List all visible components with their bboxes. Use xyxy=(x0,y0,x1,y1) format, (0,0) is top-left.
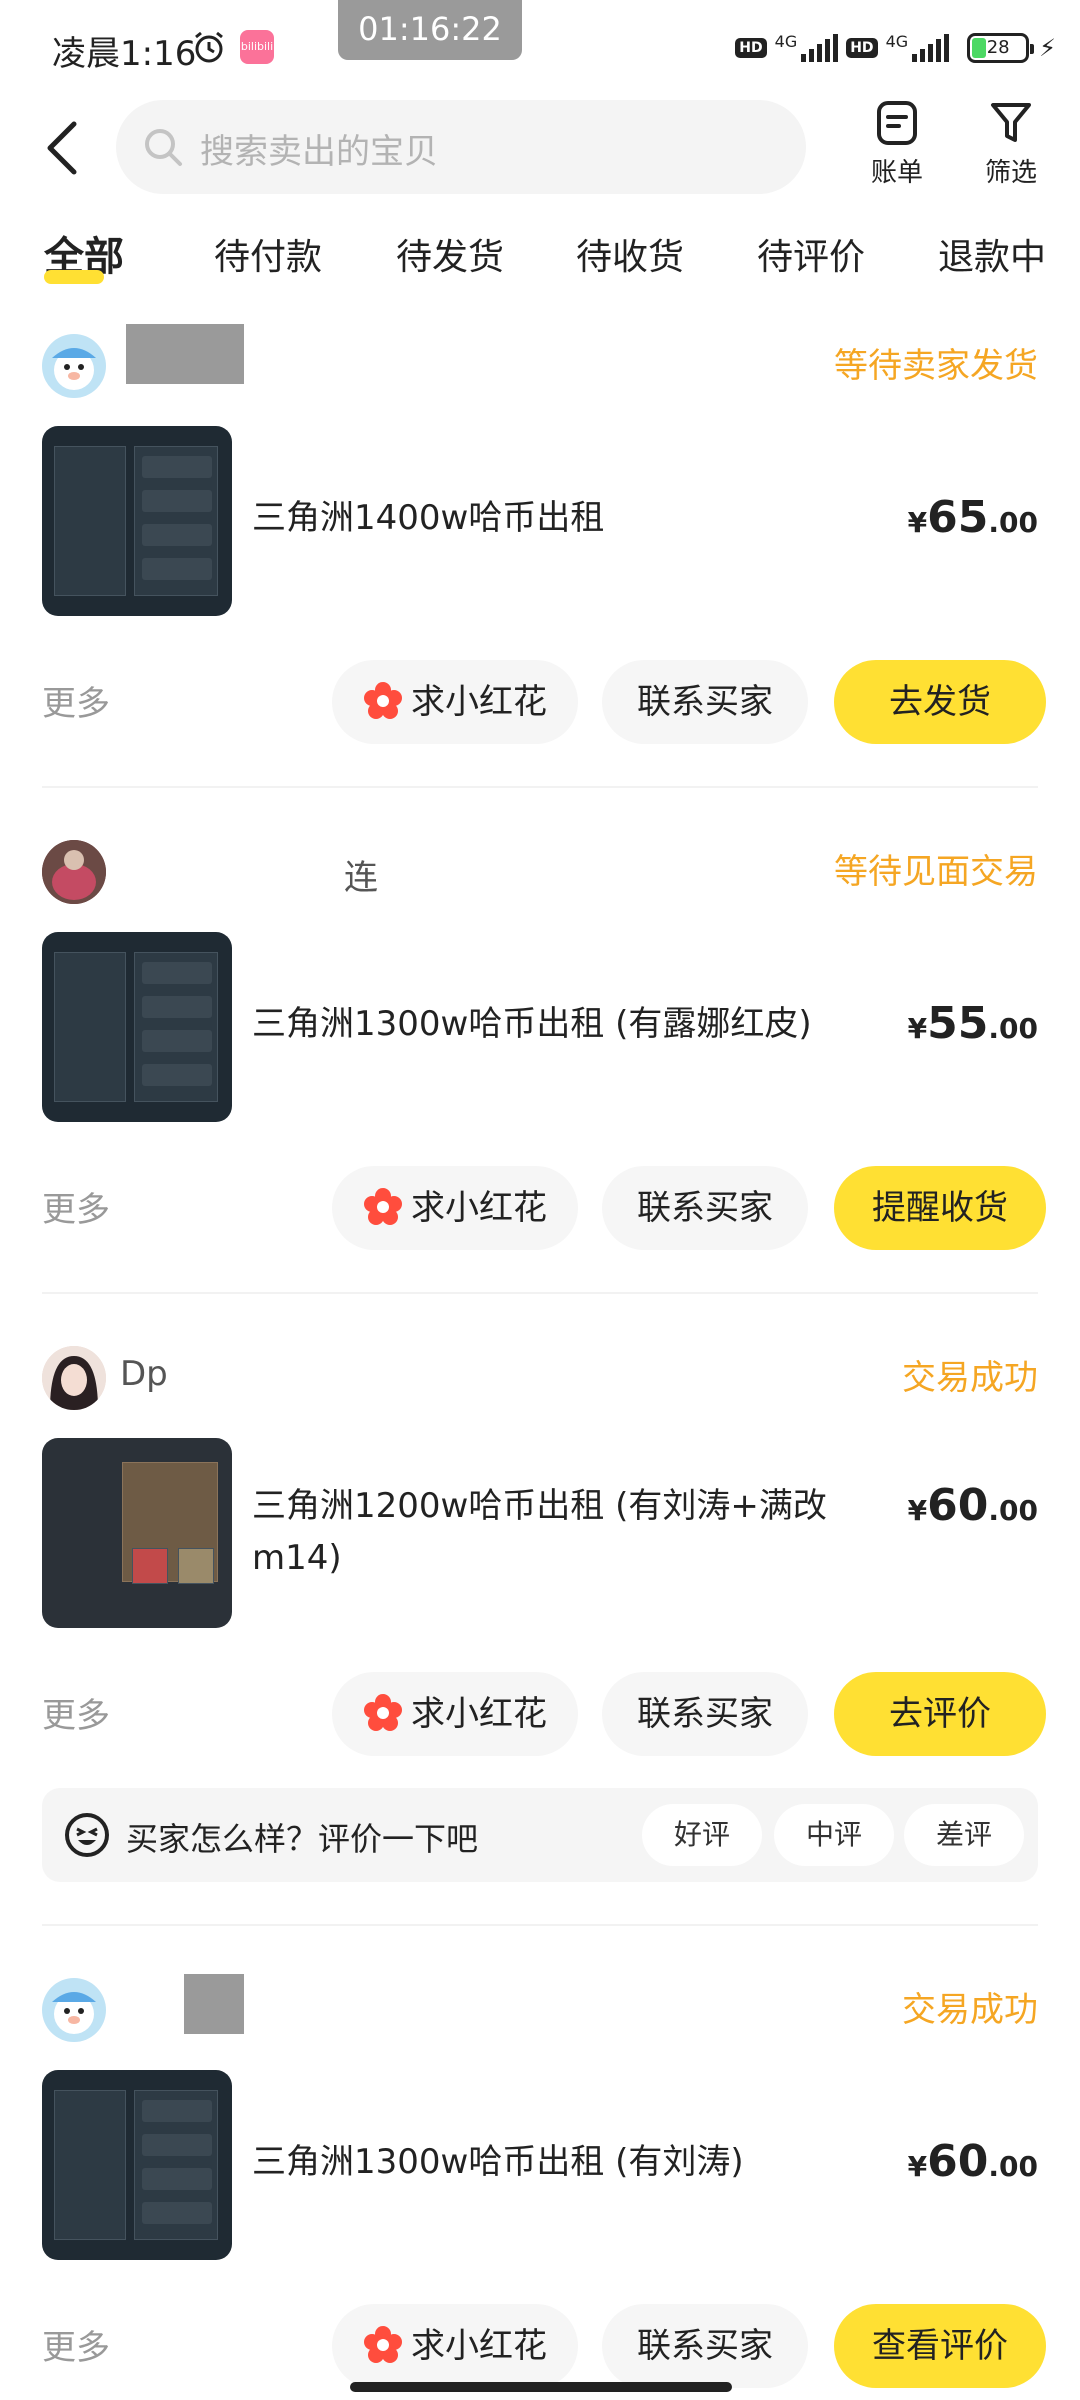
hd-badge: HD xyxy=(846,38,878,58)
review-prompt: 买家怎么样？评价一下吧 xyxy=(126,1820,479,1858)
redacted-name xyxy=(126,324,244,384)
network-type: 4G xyxy=(885,31,909,51)
search-icon xyxy=(145,129,182,166)
flower-icon xyxy=(364,1187,402,1225)
buyer-name[interactable]: 连 xyxy=(344,850,378,899)
view-review-button[interactable]: 查看评价 xyxy=(834,2304,1046,2388)
contact-buyer-button[interactable]: 联系买家 xyxy=(602,1166,808,1250)
signal-group: HD 4G HD 4G 28 ⚡ xyxy=(735,28,1056,68)
product-thumbnail[interactable] xyxy=(42,2070,232,2260)
divider xyxy=(42,1924,1038,1926)
order-status: 交易成功 xyxy=(902,1990,1038,2030)
flower-button[interactable]: 求小红花 xyxy=(332,660,578,744)
filter-icon xyxy=(991,103,1031,142)
remind-receipt-button[interactable]: 提醒收货 xyxy=(834,1166,1046,1250)
header: 搜索卖出的宝贝 账单 筛选 xyxy=(0,96,1080,206)
ship-button[interactable]: 去发货 xyxy=(834,660,1046,744)
tab-pending-review[interactable]: 待评价 xyxy=(757,228,865,280)
battery-icon: 28 xyxy=(967,33,1035,63)
bilibili-icon: bilibili xyxy=(240,30,274,64)
back-icon[interactable] xyxy=(38,118,92,178)
flower-icon xyxy=(364,1693,402,1731)
tab-pending-receipt[interactable]: 待收货 xyxy=(576,228,684,280)
flower-button[interactable]: 求小红花 xyxy=(332,1166,578,1250)
bill-label: 账单 xyxy=(870,158,923,188)
search-placeholder: 搜索卖出的宝贝 xyxy=(200,132,438,172)
order-status: 交易成功 xyxy=(902,1358,1038,1398)
battery-level: 28 xyxy=(986,37,1010,58)
item-title[interactable]: 三角洲1200w哈币出租 (有刘涛+满改m14) xyxy=(252,1480,852,1584)
order-card[interactable]: 交易成功 三角洲1300w哈币出租 (有刘涛) ¥60.00 更多 求小红花 联… xyxy=(0,1964,1080,2400)
flower-icon xyxy=(364,2325,402,2363)
alarm-icon xyxy=(195,31,223,63)
product-thumbnail[interactable] xyxy=(42,426,232,616)
more-link[interactable]: 更多 xyxy=(42,2320,110,2369)
flower-button[interactable]: 求小红花 xyxy=(332,2304,578,2388)
product-thumbnail[interactable] xyxy=(42,932,232,1122)
status-time: 凌晨1:16 xyxy=(52,34,197,74)
hd-badge: HD xyxy=(735,38,767,58)
order-card[interactable]: 连 等待见面交易 三角洲1300w哈币出租 (有露娜红皮) ¥55.00 更多 … xyxy=(0,826,1080,1286)
signal-icon xyxy=(912,34,950,62)
review-button[interactable]: 去评价 xyxy=(834,1672,1046,1756)
more-link[interactable]: 更多 xyxy=(42,1688,110,1737)
order-card[interactable]: 等待卖家发货 三角洲1400w哈币出租 ¥65.00 更多 求小红花 联系买家 … xyxy=(0,320,1080,780)
flower-icon xyxy=(364,681,402,719)
more-link[interactable]: 更多 xyxy=(42,676,110,725)
tab-pending-shipment[interactable]: 待发货 xyxy=(396,228,504,280)
review-emoji-icon xyxy=(65,1813,109,1857)
contact-buyer-button[interactable]: 联系买家 xyxy=(602,2304,808,2388)
signal-icon xyxy=(801,34,839,62)
charging-icon: ⚡ xyxy=(1039,34,1056,62)
flower-button[interactable]: 求小红花 xyxy=(332,1672,578,1756)
filter-button[interactable]: 筛选 xyxy=(966,100,1056,189)
tab-refunding[interactable]: 退款中 xyxy=(938,228,1046,280)
item-title[interactable]: 三角洲1400w哈币出租 xyxy=(252,492,872,544)
item-price: ¥55.00 xyxy=(907,998,1038,1049)
rating-good[interactable]: 好评 xyxy=(642,1804,762,1866)
filter-label: 筛选 xyxy=(984,158,1037,188)
home-indicator[interactable] xyxy=(350,2382,732,2392)
rating-neutral[interactable]: 中评 xyxy=(774,1804,894,1866)
order-tabs: 全部 待付款 待发货 待收货 待评价 退款中 xyxy=(0,222,1080,302)
product-thumbnail[interactable] xyxy=(42,1438,232,1628)
status-bar: 凌晨1:16 bilibili 01:16:22 HD 4G HD 4G 28 … xyxy=(0,0,1080,96)
more-link[interactable]: 更多 xyxy=(42,1182,110,1231)
item-price: ¥65.00 xyxy=(907,492,1038,543)
contact-buyer-button[interactable]: 联系买家 xyxy=(602,1672,808,1756)
buyer-name[interactable]: Dp xyxy=(120,1354,168,1394)
avatar[interactable] xyxy=(42,840,106,904)
screen-recorder-timer[interactable]: 01:16:22 xyxy=(338,0,522,60)
review-prompt-bar: 买家怎么样？评价一下吧 好评 中评 差评 xyxy=(42,1788,1038,1882)
rating-bad[interactable]: 差评 xyxy=(904,1804,1024,1866)
contact-buyer-button[interactable]: 联系买家 xyxy=(602,660,808,744)
avatar[interactable] xyxy=(42,334,106,398)
avatar[interactable] xyxy=(42,1346,106,1410)
item-title[interactable]: 三角洲1300w哈币出租 (有刘涛) xyxy=(252,2136,872,2188)
redacted-name xyxy=(184,1974,244,2034)
divider xyxy=(42,1292,1038,1294)
search-input[interactable]: 搜索卖出的宝贝 xyxy=(116,100,806,194)
item-title[interactable]: 三角洲1300w哈币出租 (有露娜红皮) xyxy=(252,998,892,1050)
item-price: ¥60.00 xyxy=(907,1480,1038,1531)
order-status: 等待见面交易 xyxy=(834,852,1038,892)
tab-pending-payment[interactable]: 待付款 xyxy=(214,228,322,280)
order-card[interactable]: Dp 交易成功 三角洲1200w哈币出租 (有刘涛+满改m14) ¥60.00 … xyxy=(0,1332,1080,1932)
avatar[interactable] xyxy=(42,1978,106,2042)
divider xyxy=(42,786,1038,788)
item-price: ¥60.00 xyxy=(907,2136,1038,2187)
bill-icon xyxy=(877,101,917,145)
network-type: 4G xyxy=(774,31,798,51)
bill-button[interactable]: 账单 xyxy=(852,100,942,189)
active-tab-indicator xyxy=(44,270,104,284)
order-status: 等待卖家发货 xyxy=(834,346,1038,386)
